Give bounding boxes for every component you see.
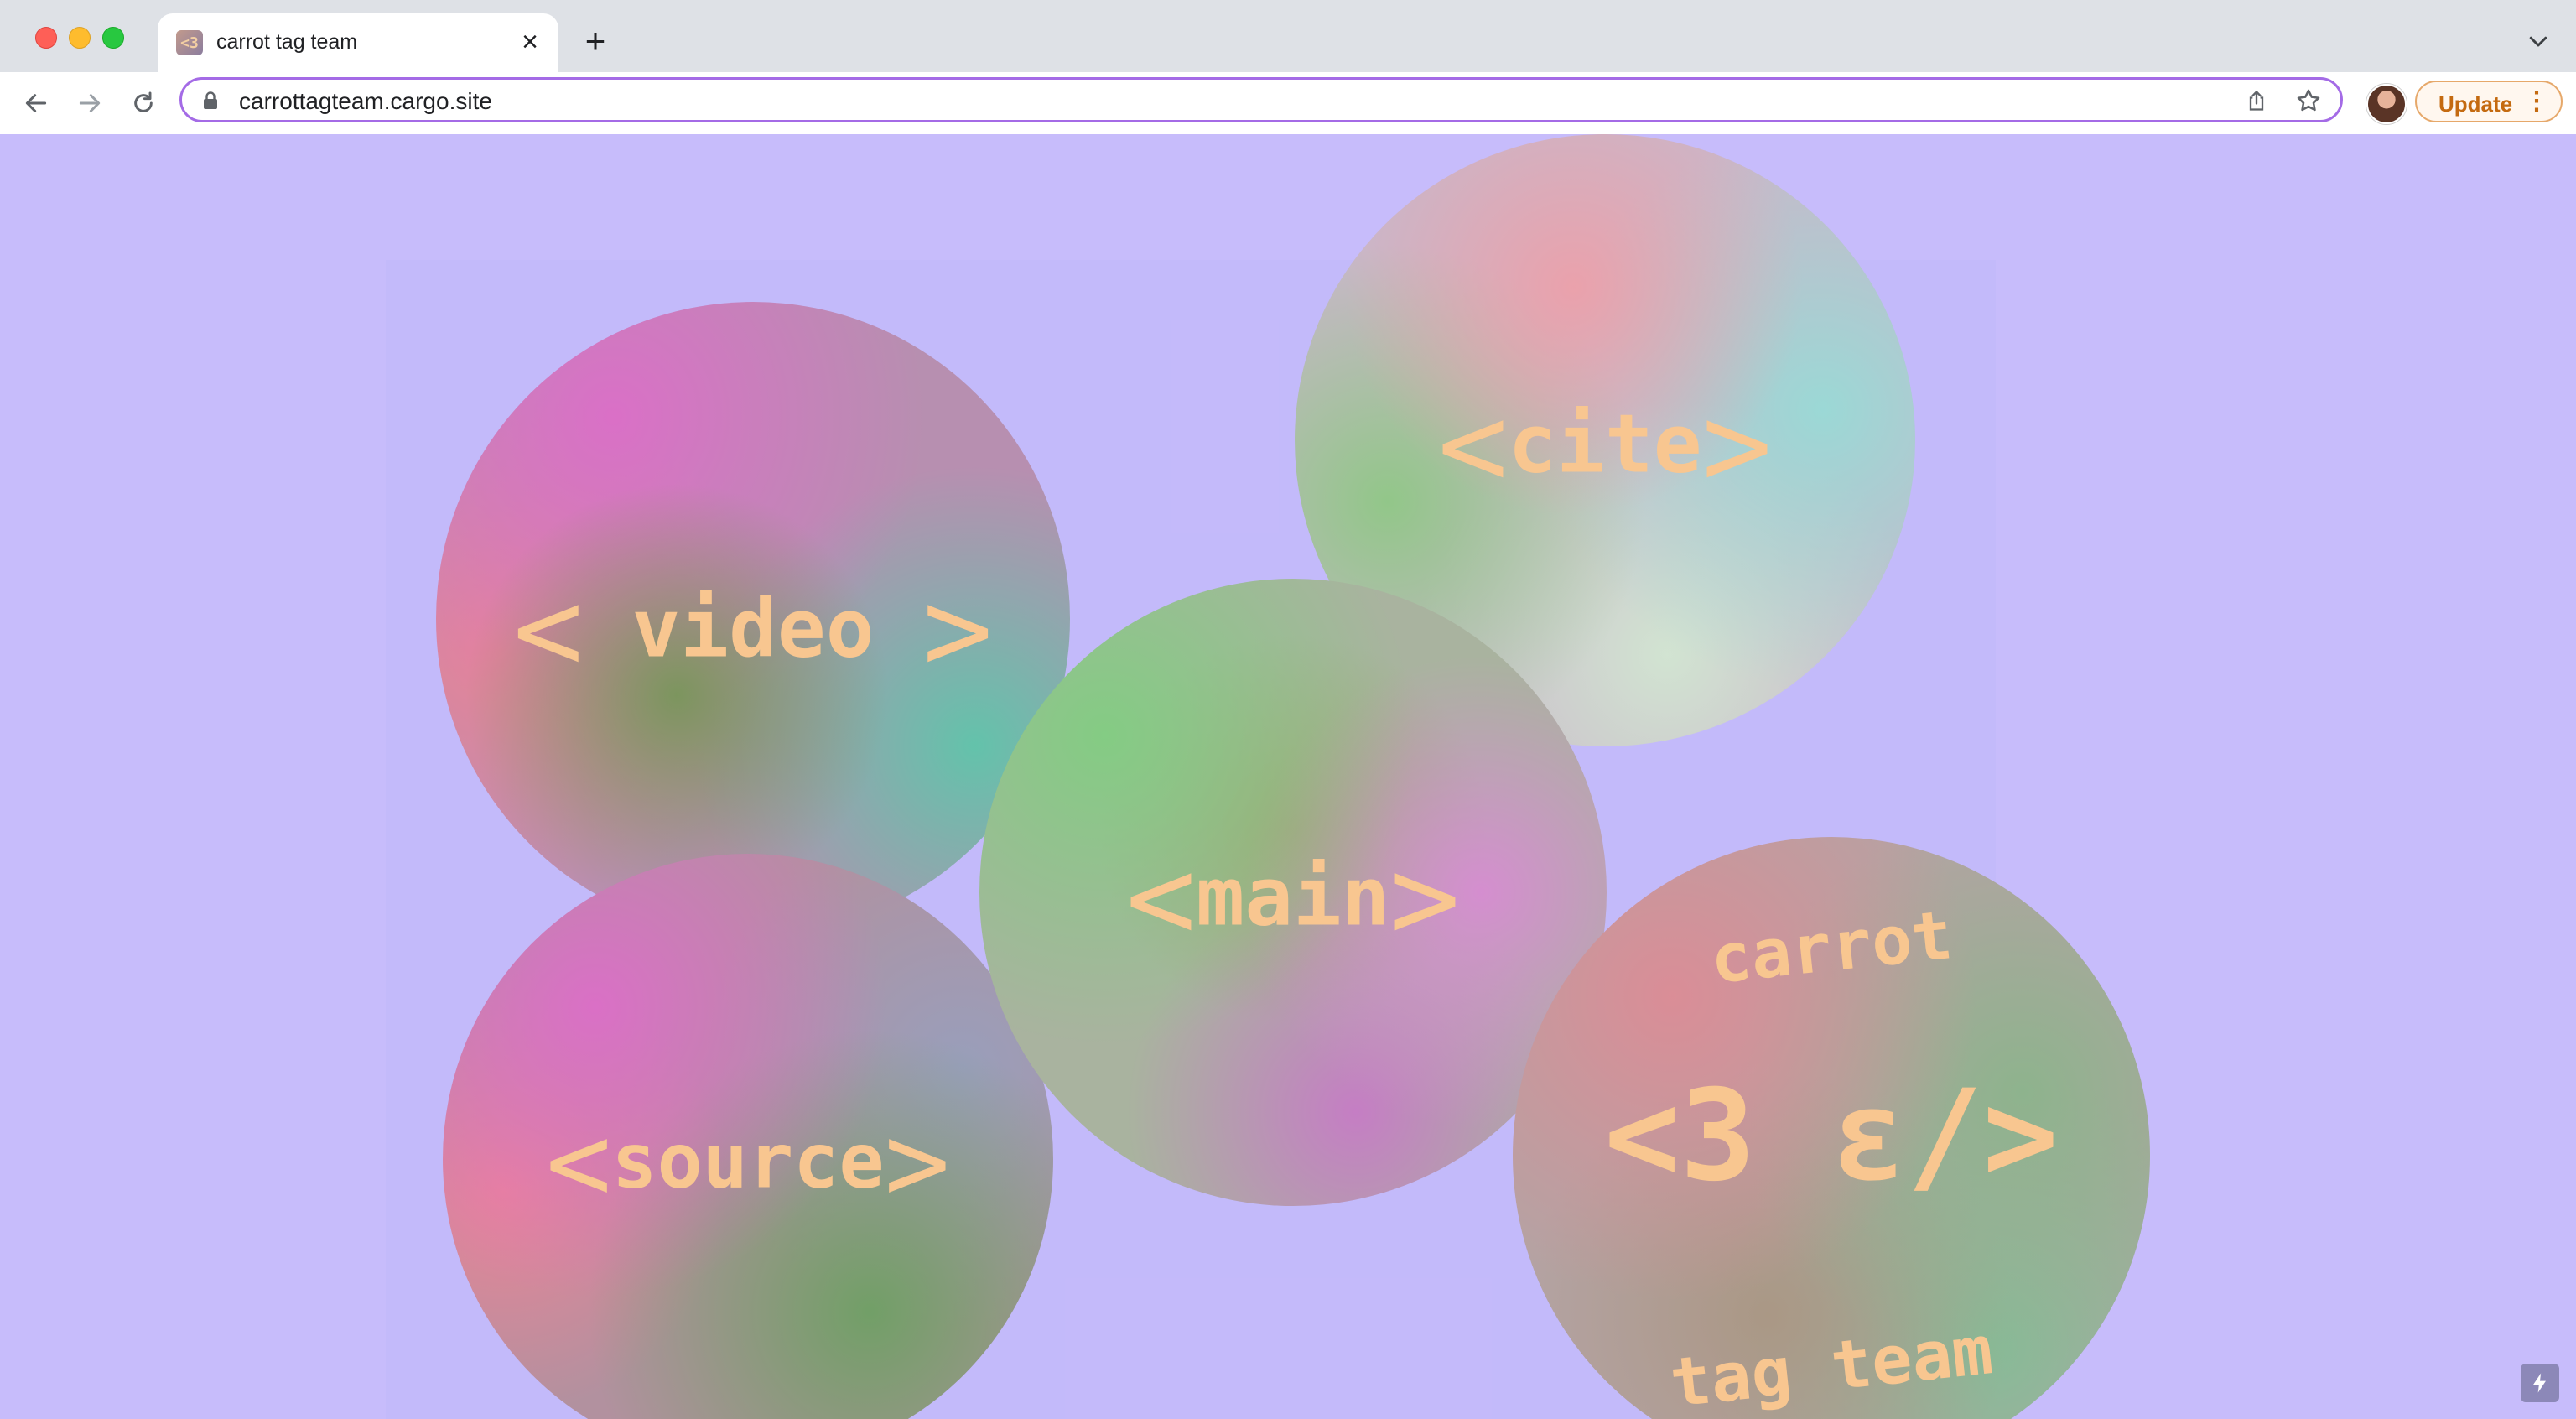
reload-icon[interactable] xyxy=(124,84,163,122)
browser-chrome: <3 carrot tag team × + carrottagteam.car… xyxy=(0,0,2576,135)
tab-search-chevron-icon[interactable] xyxy=(2526,29,2551,54)
update-label: Update xyxy=(2438,91,2513,117)
video-sphere[interactable]: < video > xyxy=(436,302,1070,936)
new-tab-button[interactable]: + xyxy=(579,23,612,59)
url-text[interactable]: carrottagteam.cargo.site xyxy=(239,88,492,115)
close-window-button[interactable] xyxy=(35,27,57,49)
logo-bottom-text: tag team xyxy=(1666,1311,1997,1419)
share-icon[interactable] xyxy=(2245,89,2268,112)
tab-strip: <3 carrot tag team × + xyxy=(0,0,2576,72)
update-button[interactable]: Update ⋮ xyxy=(2415,81,2563,122)
source-tag-label: <source> xyxy=(545,1099,951,1226)
profile-avatar[interactable] xyxy=(2366,84,2407,124)
bookmark-star-icon[interactable] xyxy=(2295,87,2322,114)
more-menu-icon[interactable]: ⋮ xyxy=(2524,87,2549,116)
browser-toolbar: carrottagteam.cargo.site Update ⋮ xyxy=(0,72,2576,135)
logo-heart-tag: <3 ε/> xyxy=(1604,1063,2059,1209)
zoom-window-button[interactable] xyxy=(102,27,124,49)
back-arrow-icon[interactable] xyxy=(17,84,55,122)
video-tag-label: < video > xyxy=(512,562,994,698)
lock-icon[interactable] xyxy=(202,91,219,110)
site-favicon-icon: <3 xyxy=(176,30,203,55)
tab-carrot-tag-team[interactable]: <3 carrot tag team × xyxy=(158,13,558,72)
address-bar[interactable]: carrottagteam.cargo.site xyxy=(179,77,2343,122)
lightning-icon[interactable] xyxy=(2521,1364,2559,1402)
tab-close-icon[interactable]: × xyxy=(517,28,543,56)
tab-title: carrot tag team xyxy=(216,30,358,54)
page-content: <cite> < video > <source> <main> carrot … xyxy=(0,134,2576,1419)
cite-tag-label: <cite> xyxy=(1437,377,1773,513)
minimize-window-button[interactable] xyxy=(69,27,91,49)
forward-arrow-icon[interactable] xyxy=(70,84,109,122)
